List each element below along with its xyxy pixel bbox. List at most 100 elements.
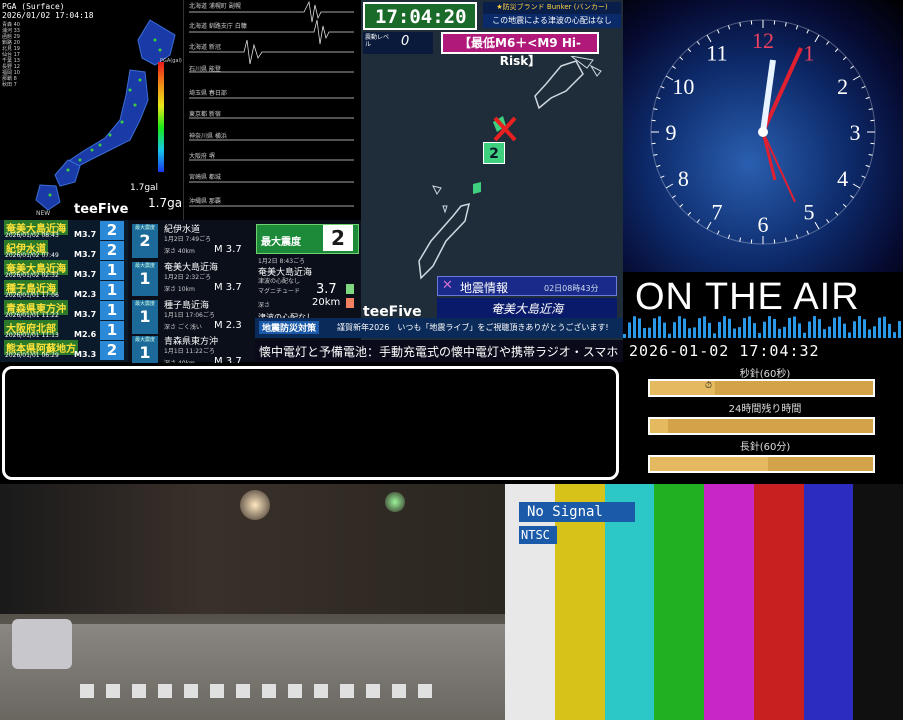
- wave-label: 埼玉県 春日部: [189, 90, 227, 97]
- clock-tick: [706, 221, 712, 230]
- list-item-date: 2026/01/02 02:32: [5, 272, 59, 279]
- wave-label: 神奈川県 横浜: [189, 133, 227, 140]
- visualizer-bar: [673, 322, 676, 338]
- pga-map-panel: PGA (Surface) 2026/01/02 17:04:18 青森 40 浦…: [0, 0, 186, 220]
- max-intensity-box: 最大震度 2: [256, 224, 359, 254]
- color-bar: [753, 484, 805, 720]
- visualizer-bar: [723, 316, 726, 338]
- analog-clock: 12 1234567891011: [650, 19, 876, 245]
- clock-tick: [679, 56, 684, 61]
- list-item-mag: M3.7: [74, 270, 97, 279]
- list-item-date: 2026/01/02 07:49: [5, 252, 59, 259]
- color-bar: [803, 484, 855, 720]
- visualizer-bar: [818, 319, 821, 338]
- visualizer-bar: [658, 316, 661, 338]
- visualizer-bar: [683, 318, 686, 338]
- progress-bar: [648, 455, 875, 473]
- latest-time: 1月2日 8:43ごろ: [258, 258, 306, 265]
- clock-numeral: 10: [672, 74, 694, 99]
- eew-tsunami: この地震による津波の心配はなし: [483, 14, 621, 28]
- vehicle: [12, 619, 72, 669]
- visualizer-bar: [758, 333, 761, 338]
- list-item[interactable]: 青森県東方沖 2026/01/01 11:22 M3.7 1: [2, 300, 126, 321]
- visualizer-bar: [638, 318, 641, 338]
- list-item-mag: M3.7: [74, 310, 97, 319]
- crosswalk: [80, 684, 440, 698]
- visualizer-bar: [878, 317, 881, 338]
- list-item-mag: M3.7: [74, 230, 97, 239]
- clock-tick: [806, 230, 810, 235]
- list-item-date: 2026/01/01 11:22: [5, 312, 59, 319]
- detail-entry[interactable]: 最大震度 1 種子島近海 1月1日 17:06ごろ 深さ ごく浅い M 2.3: [132, 298, 252, 338]
- clock-tick: [865, 96, 870, 100]
- wave-label: 北海道 釧路支庁 白糠: [189, 23, 247, 30]
- visualizer-bar: [798, 323, 801, 338]
- list-item[interactable]: 種子島近海 2026/01/01 17:06 M2.3 1: [2, 280, 126, 301]
- scroll-text: 懐中電灯と予備電池：手動充電式の懐中電灯や携帯ラジオ・スマホ: [259, 345, 619, 359]
- list-item-date: 2026/01/01 17:06: [5, 292, 59, 299]
- ticker-text: 謹賀新年2026 いつも「地震ライブ」をご視聴頂きありがとうございます!: [337, 323, 609, 332]
- visualizer-bar: [888, 323, 891, 338]
- clock-tick: [868, 153, 873, 156]
- list-item-date: 2026/01/01 06:29: [5, 352, 59, 359]
- map-brand: teeFive: [74, 202, 129, 217]
- wave-label: 石川県 能登: [189, 66, 221, 73]
- visualizer-bar: [898, 321, 901, 338]
- list-item[interactable]: 奄美大島近海 2026/01/02 08:43 M3.7 2: [2, 220, 126, 241]
- list-item-intensity: 1: [100, 261, 124, 280]
- clock-tick: [852, 75, 861, 81]
- visualizer-bar: [848, 332, 851, 338]
- progress-fill: [650, 457, 769, 471]
- visualizer-bar: [688, 328, 691, 338]
- visualizer-bar: [718, 321, 721, 338]
- audio-visualizer: [623, 316, 901, 338]
- news-ticker: 地震防災対策 謹賀新年2026 いつも「地震ライブ」をご視聴頂きありがとうござい…: [255, 318, 623, 338]
- quake-info-header: ✕ 地震情報 02日08時43分: [437, 276, 617, 296]
- clock-tick: [656, 96, 661, 100]
- eew-time: 17:04:20: [375, 6, 467, 28]
- visualizer-bar: [648, 327, 651, 338]
- visualizer-bar: [793, 316, 796, 338]
- list-item[interactable]: 紀伊水道 2026/01/02 07:49 M3.7 2: [2, 240, 126, 261]
- analog-clock-panel: 12 1 2 3 4 5 6 7 8 9 10 11: [623, 0, 903, 272]
- eew-panel: 17:04:20 ★防災ブランド Bunker (バンカー) この地震による津波…: [361, 0, 623, 340]
- detail-time: 1月2日 2:32ごろ: [164, 274, 212, 281]
- clock-tick: [865, 164, 870, 168]
- scroll-ticker: 懐中電灯と予備電池：手動充電式の懐中電灯や携帯ラジオ・スマホ: [255, 340, 623, 362]
- visualizer-bar: [833, 317, 836, 338]
- clock-numeral: 8: [678, 166, 689, 191]
- visualizer-bar: [743, 318, 746, 338]
- list-item-intensity: 2: [100, 341, 124, 360]
- visualizer-bar: [828, 326, 831, 338]
- list-item[interactable]: 大阪府北部 2026/01/01 11:13 M2.6 1: [2, 320, 126, 341]
- visualizer-bar: [708, 322, 711, 338]
- clock-tick: [653, 108, 658, 111]
- visualizer-bar: [728, 318, 731, 338]
- progress-bar: [648, 417, 875, 435]
- visualizer-bar: [713, 333, 716, 338]
- list-item-intensity: 1: [100, 301, 124, 320]
- earthquake-list: 奄美大島近海 2026/01/02 08:43 M3.7 2 紀伊水道 2026…: [0, 220, 128, 362]
- intensity-box-value: 1: [139, 307, 151, 326]
- color-bar: [704, 484, 755, 720]
- clock-tick: [665, 183, 674, 189]
- visualizer-bar: [853, 321, 856, 338]
- visualizer-bar: [653, 318, 656, 338]
- clock-tick: [716, 29, 720, 34]
- visualizer-bar: [678, 316, 681, 338]
- detail-entry[interactable]: 最大震度 2 紀伊水道 1月2日 7:49ごろ 深さ 40km M 3.7: [132, 222, 252, 262]
- detail-depth: 深さ 40km: [164, 248, 195, 255]
- detail-entry[interactable]: 最大震度 1 奄美大島近海 1月2日 2:32ごろ 深さ 10km M 3.7: [132, 260, 252, 300]
- list-item[interactable]: 熊本県阿蘇地方 2026/01/01 06:29 M3.3 2: [2, 340, 126, 361]
- intensity-box-label: 最大震度: [134, 337, 155, 343]
- pga-value: 1.7gal: [148, 196, 186, 210]
- no-signal-label: No Signal: [519, 502, 635, 522]
- list-item-date: 2026/01/01 11:13: [5, 332, 59, 339]
- intensity-box-label: 最大震度: [134, 225, 155, 231]
- visualizer-bar: [858, 316, 861, 338]
- detail-time: 1月1日 11:22ごろ: [164, 348, 215, 355]
- list-item[interactable]: 奄美大島近海 2026/01/02 02:32 M3.7 1: [2, 260, 126, 281]
- visualizer-bar: [843, 323, 846, 338]
- clock-tick: [850, 195, 854, 199]
- intensity-box-value: 1: [139, 269, 151, 288]
